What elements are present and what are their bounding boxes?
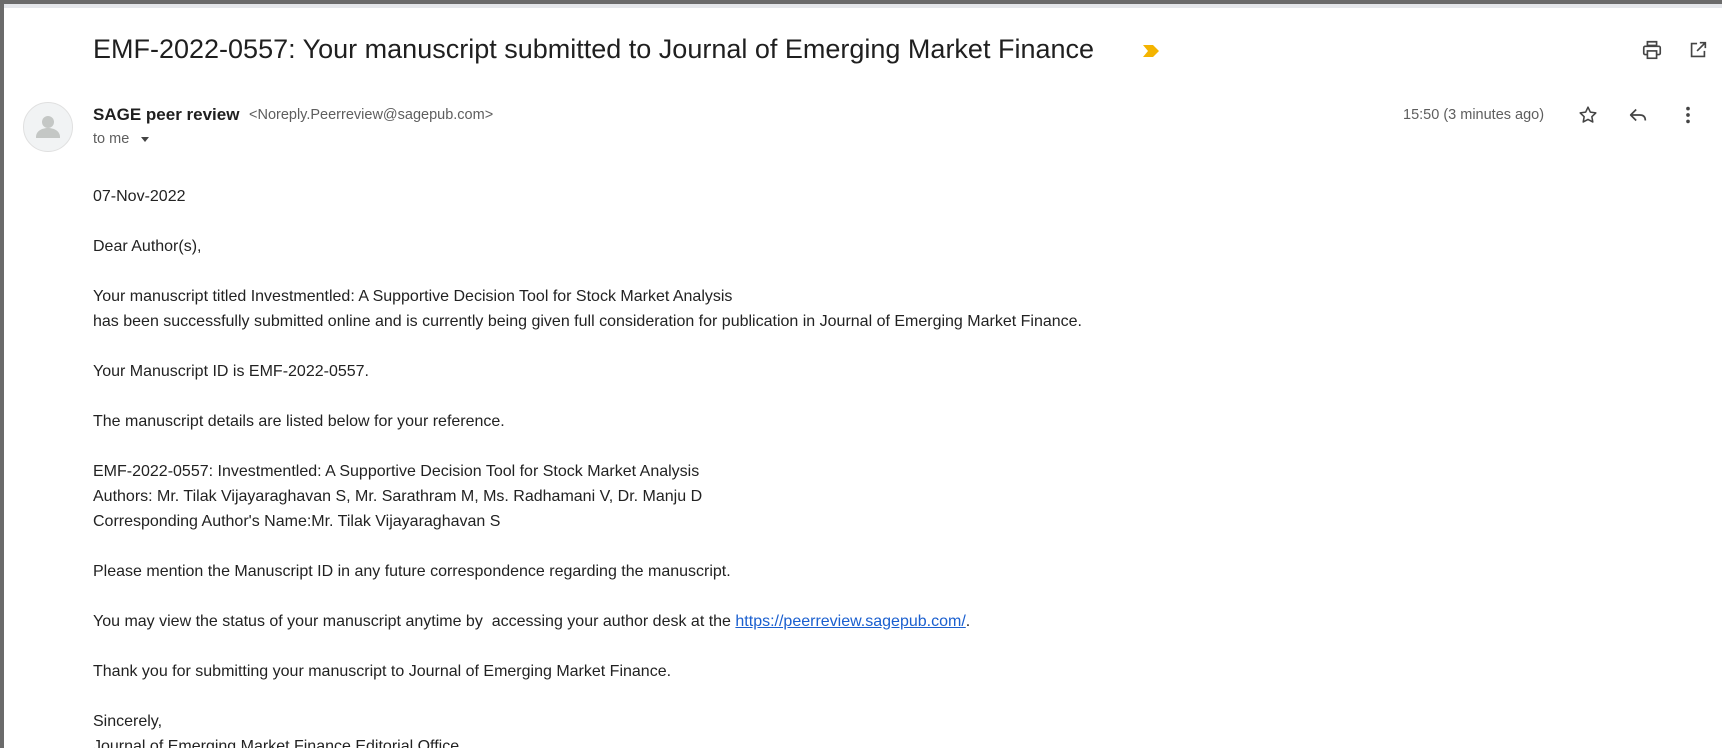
details-authors: Authors: Mr. Tilak Vijayaraghavan S, Mr.… bbox=[93, 488, 703, 505]
message-timestamp: 15:50 (3 minutes ago) bbox=[1403, 107, 1545, 123]
sender-email: <Noreply.Peerreview@sagepub.com> bbox=[249, 107, 494, 123]
sender-row: SAGE peer review <Noreply.Peerreview@sag… bbox=[4, 99, 1722, 159]
details-corresponding-author: Corresponding Author's Name:Mr. Tilak Vi… bbox=[93, 513, 501, 530]
status-text: You may view the status of your manuscri… bbox=[93, 613, 736, 630]
body-closing: Sincerely, Journal of Emerging Market Fin… bbox=[93, 709, 1673, 748]
body-mention-id: Please mention the Manuscript ID in any … bbox=[93, 563, 731, 580]
sender-avatar[interactable] bbox=[23, 102, 73, 152]
email-window: EMF-2022-0557: Your manuscript submitted… bbox=[4, 4, 1722, 748]
recipient-dropdown[interactable]: to me bbox=[93, 131, 151, 147]
body-greeting: Dear Author(s), bbox=[93, 238, 202, 255]
signature-text: Journal of Emerging Market Finance Edito… bbox=[93, 738, 460, 748]
open-in-new-window-icon[interactable] bbox=[1682, 34, 1714, 66]
body-details-intro: The manuscript details are listed below … bbox=[93, 413, 505, 430]
star-icon[interactable] bbox=[1572, 99, 1604, 131]
body-status-paragraph: You may view the status of your manuscri… bbox=[93, 609, 1673, 634]
email-subject: EMF-2022-0557: Your manuscript submitted… bbox=[93, 34, 1095, 64]
author-desk-link[interactable]: https://peerreview.sagepub.com/ bbox=[735, 613, 965, 630]
body-date: 07-Nov-2022 bbox=[93, 188, 186, 205]
body-text-line: Your manuscript titled Investmentled: A … bbox=[93, 288, 733, 305]
message-actions bbox=[1572, 99, 1704, 131]
status-suffix: . bbox=[965, 613, 971, 630]
more-vertical-icon[interactable] bbox=[1672, 99, 1704, 131]
body-manuscript-id: Your Manuscript ID is EMF-2022-0557. bbox=[93, 363, 369, 380]
email-body: 07-Nov-2022 Dear Author(s), Your manuscr… bbox=[93, 184, 1673, 748]
chevron-down-icon bbox=[141, 137, 150, 142]
reply-icon[interactable] bbox=[1622, 99, 1654, 131]
details-title: EMF-2022-0557: Investmentled: A Supporti… bbox=[93, 463, 700, 480]
print-icon[interactable] bbox=[1636, 34, 1668, 66]
subject-row: EMF-2022-0557: Your manuscript submitted… bbox=[4, 4, 1722, 94]
subject-actions bbox=[1636, 34, 1714, 66]
closing-text: Sincerely, bbox=[93, 713, 163, 730]
body-thanks: Thank you for submitting your manuscript… bbox=[93, 663, 672, 680]
body-manuscript-details: EMF-2022-0557: Investmentled: A Supporti… bbox=[93, 459, 1673, 534]
important-marker-icon[interactable] bbox=[1142, 44, 1160, 58]
body-paragraph-submission: Your manuscript titled Investmentled: A … bbox=[93, 284, 1673, 334]
sender-name[interactable]: SAGE peer review bbox=[93, 105, 239, 125]
person-icon bbox=[36, 116, 60, 138]
recipient-label: to me bbox=[93, 131, 130, 147]
body-text-line: has been successfully submitted online a… bbox=[93, 313, 1082, 330]
